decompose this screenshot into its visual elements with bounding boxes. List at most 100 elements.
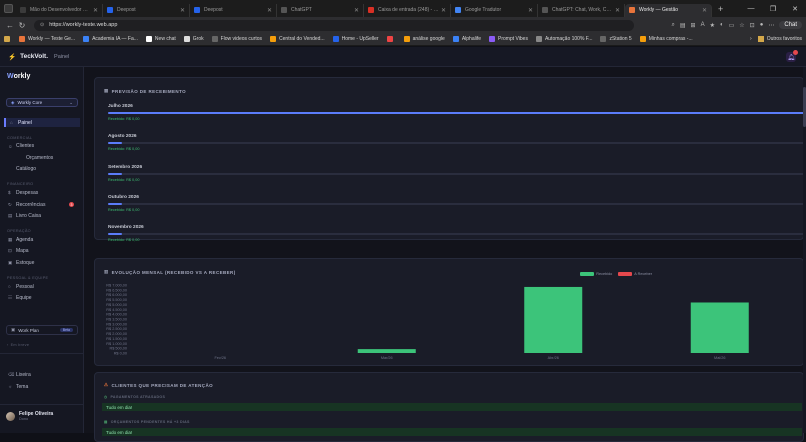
favorites-icon[interactable]: ☆	[739, 22, 744, 29]
bookmark-label: Alphalife	[461, 36, 482, 42]
sidebar-item-lixeira[interactable]: ⌫ Lixeira	[4, 370, 80, 379]
minimize-icon[interactable]: —	[740, 0, 762, 17]
sidebar-item-despesas[interactable]: $ Despesas	[4, 188, 80, 197]
sidebar-item-painel[interactable]: ⌂ Painel	[4, 118, 80, 127]
reload-icon[interactable]: ↻	[16, 21, 28, 30]
sun-icon: ☼	[8, 384, 13, 389]
bookmark-item[interactable]: Alphalife	[452, 36, 482, 42]
section-em-breve[interactable]: › Em breve	[7, 343, 29, 347]
bookmark-item[interactable]: Grok	[183, 36, 204, 42]
sidebar-item-mapa[interactable]: ⊡ Mapa	[4, 247, 80, 256]
sidebar-item-recorrencias[interactable]: ↻ Recorrências 3	[4, 200, 80, 209]
bookmark-item[interactable]: análise google	[403, 36, 445, 42]
reader-icon[interactable]: ▤	[680, 22, 686, 29]
bar-recebido[interactable]	[690, 302, 749, 353]
bookmarks-bar: Workly — Teste Ge... Academia IA — Fa... N…	[0, 33, 806, 46]
sidebar-item-estoque[interactable]: ▣ Estoque	[4, 258, 80, 267]
split-screen-icon[interactable]: ▭	[729, 22, 735, 29]
bookmark-item[interactable]: Flow videos curtos	[211, 36, 262, 42]
sidebar-item-tema[interactable]: ☼ Tema	[4, 382, 80, 391]
tab-close-icon[interactable]: ✕	[354, 7, 359, 14]
bookmark-item[interactable]: Prompt Vibes	[489, 36, 528, 42]
search-icon[interactable]: ⌕	[671, 22, 674, 29]
bookmark-favicon-icon	[183, 36, 190, 42]
bookmark-favicon-icon	[145, 36, 152, 42]
tab-close-icon[interactable]: ✕	[615, 7, 620, 14]
bookmarks-folder-icon[interactable]	[4, 36, 13, 42]
repeat-icon: ↻	[8, 201, 12, 207]
chat-button[interactable]: Chat	[779, 21, 802, 29]
count-badge: 3	[69, 202, 74, 207]
tab-favicon-icon	[629, 7, 635, 13]
bookmark-item[interactable]: Workly — Teste Ge...	[19, 36, 75, 42]
collections-icon[interactable]: ⊡	[750, 22, 755, 29]
work-plan-button[interactable]: ▣ Work Plan Beta	[6, 325, 78, 335]
x-tick-label: Abr/26	[548, 356, 559, 360]
back-icon[interactable]: ←	[4, 21, 16, 30]
bookmark-item[interactable]: Home - UpSeller	[332, 36, 379, 42]
evolution-card: ▥ EVOLUÇÃO MENSAL (RECEBIDO VS A RECEBER…	[94, 258, 804, 366]
browser-tab[interactable]: ChatGPT ✕	[277, 3, 364, 17]
tab-close-icon[interactable]: ✕	[702, 7, 707, 14]
sidebar-item-clientes[interactable]: ☺ Clientes	[4, 142, 80, 151]
sidebar-item-pessoal[interactable]: ○ Pessoal	[4, 282, 80, 291]
read-aloud-icon[interactable]: A	[701, 22, 705, 28]
url-field[interactable]: ⊙ https://workly-teste.web.app	[34, 19, 634, 31]
sidebar-item-agenda[interactable]: ▦ Agenda	[4, 235, 80, 244]
browser-actions: ⌕ ▤ ⊞ A ★ ◐ ▭ ☆ ⊡ ● ⋯ Chat	[671, 21, 802, 29]
browser-tab[interactable]: Caixa de entrada (248) - bn... ✕	[364, 3, 451, 17]
new-tab-button[interactable]: +	[718, 4, 723, 14]
maximize-icon[interactable]: ❐	[762, 0, 784, 17]
progress-track	[108, 142, 804, 145]
forecast-month: Novembro 2026	[108, 225, 144, 231]
other-favorites[interactable]: › Outros favoritos	[750, 36, 802, 42]
forecast-received: Recebido: R$ 0,00	[108, 177, 140, 182]
workspace-select[interactable]: ◈ Workly Core ⌄	[6, 98, 78, 107]
browser-tab[interactable]: Mão do Desenvolvedor Opo... ✕	[16, 3, 103, 17]
notifications-button[interactable]: 🔔︎	[786, 50, 798, 62]
forecast-received: Recebido: R$ 0,00	[108, 147, 140, 152]
tab-close-icon[interactable]: ✕	[267, 7, 272, 14]
bookmark-item[interactable]: zStation 5	[600, 36, 632, 42]
user-profile[interactable]: Felipe Oliveira Dono	[6, 411, 53, 421]
bookmark-favicon-icon	[332, 36, 339, 42]
browser-tab[interactable]: Deepost ✕	[190, 3, 277, 17]
bookmark-item[interactable]: Academia IA — Fa...	[83, 36, 138, 42]
bookmark-item[interactable]: Minhas compras -...	[639, 36, 693, 42]
browser-tab-bar: Mão do Desenvolvedor Opo... ✕ Deepost ✕ Deep…	[0, 0, 806, 17]
sidebar-item-livro-caixa[interactable]: ▤ Livro Caixa	[4, 212, 80, 221]
browser-tab[interactable]: Workly — Gestão ✕	[625, 3, 712, 17]
sidebar-item-equipe[interactable]: ☷ Equipe	[4, 294, 80, 303]
refresh-extension-icon[interactable]: ◐	[720, 22, 724, 28]
close-window-icon[interactable]: ✕	[784, 0, 806, 17]
app-topbar: ⚡ TeckVolt. Painel 🔔︎	[0, 47, 806, 67]
favorite-star-icon[interactable]: ★	[710, 22, 715, 29]
tab-close-icon[interactable]: ✕	[180, 7, 185, 14]
bookmark-item[interactable]: Central do Vended...	[270, 36, 325, 42]
browser-tab[interactable]: Google Tradutor ✕	[451, 3, 538, 17]
sidebar-item-orcamentos[interactable]: Orçamentos	[4, 153, 80, 162]
bookmark-item[interactable]: Automação 100% F...	[535, 36, 592, 42]
sidebar-item-catalogo[interactable]: Catálogo	[4, 165, 80, 174]
tab-title: Deepost	[204, 7, 223, 13]
bookmark-favicon-icon	[270, 36, 277, 42]
bookmark-favicon-icon	[403, 36, 410, 42]
bar-recebido[interactable]	[524, 286, 583, 353]
attention-section-heading: ▤ ORÇAMENTOS PENDENTES HÁ +3 DIAS	[104, 420, 190, 424]
bookmark-item[interactable]	[386, 36, 396, 42]
browser-tab[interactable]: Deepost ✕	[103, 3, 190, 17]
chevron-right-icon: ›	[750, 36, 752, 42]
browser-tab[interactable]: ChatGPT: Chat, Work, Crea... ✕	[538, 3, 625, 17]
calendar-icon: ▦	[8, 236, 13, 242]
sidebar-item-label: Clientes	[16, 143, 35, 150]
tab-close-icon[interactable]: ✕	[93, 7, 98, 14]
more-menu-icon[interactable]: ⋯	[768, 22, 774, 29]
site-info-icon[interactable]: ⊙	[40, 22, 44, 28]
apps-icon[interactable]: ⊞	[691, 22, 696, 29]
bookmark-item[interactable]: New chat	[145, 36, 176, 42]
window-menu-icon[interactable]	[0, 0, 16, 17]
tab-close-icon[interactable]: ✕	[441, 7, 446, 14]
bar-recebido[interactable]	[357, 349, 416, 353]
profile-avatar-icon[interactable]: ●	[760, 22, 764, 28]
tab-close-icon[interactable]: ✕	[528, 7, 533, 14]
